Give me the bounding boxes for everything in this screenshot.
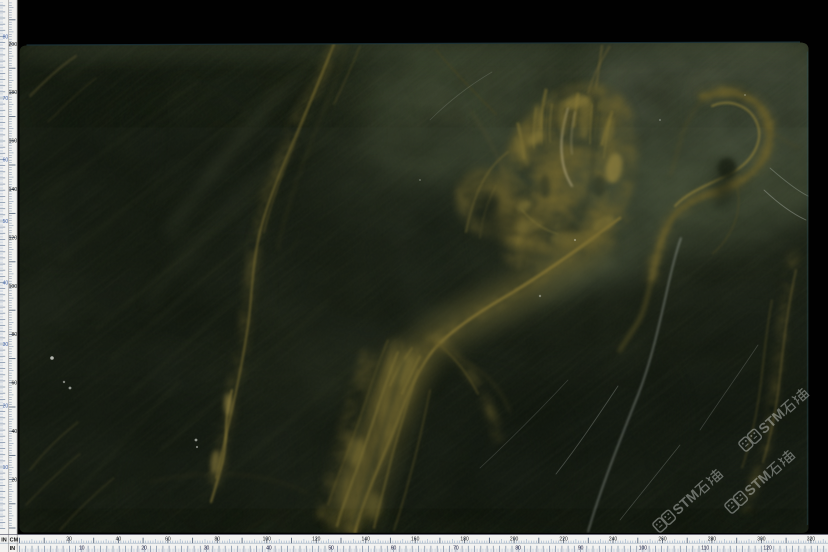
svg-text:120: 120 (763, 545, 772, 551)
svg-text:120: 120 (312, 537, 321, 543)
svg-text:70: 70 (453, 545, 459, 551)
svg-text:50: 50 (328, 545, 334, 551)
svg-text:280: 280 (708, 537, 717, 543)
svg-text:60: 60 (165, 537, 171, 543)
svg-text:80: 80 (515, 545, 521, 551)
svg-text:40: 40 (266, 545, 272, 551)
svg-text:60: 60 (11, 381, 17, 387)
svg-text:40: 40 (116, 537, 122, 543)
svg-text:30: 30 (204, 545, 210, 551)
svg-text:300: 300 (757, 537, 766, 543)
svg-text:100: 100 (639, 545, 648, 551)
svg-text:140: 140 (362, 537, 371, 543)
svg-text:240: 240 (609, 537, 618, 543)
svg-text:IN: IN (10, 546, 16, 552)
svg-text:80: 80 (3, 34, 9, 40)
svg-text:120: 120 (9, 235, 18, 241)
svg-text:30: 30 (3, 342, 9, 348)
svg-text:110: 110 (701, 545, 709, 551)
svg-text:220: 220 (559, 537, 568, 543)
svg-text:200: 200 (9, 42, 18, 48)
svg-text:40: 40 (3, 280, 9, 286)
svg-text:CM: CM (10, 537, 19, 543)
svg-text:80: 80 (215, 537, 221, 543)
svg-text:10: 10 (3, 465, 9, 471)
svg-text:180: 180 (9, 90, 18, 96)
svg-text:10: 10 (79, 545, 85, 551)
svg-text:20: 20 (11, 477, 17, 483)
svg-text:40: 40 (11, 429, 17, 435)
svg-text:20: 20 (141, 545, 147, 551)
svg-text:80: 80 (11, 332, 17, 338)
svg-text:IN: IN (1, 537, 7, 543)
svg-text:20: 20 (3, 403, 9, 409)
svg-text:100: 100 (9, 284, 18, 290)
svg-text:20: 20 (66, 537, 72, 543)
svg-text:160: 160 (9, 139, 18, 145)
svg-text:180: 180 (460, 537, 469, 543)
svg-text:60: 60 (3, 157, 9, 163)
svg-text:50: 50 (3, 219, 9, 225)
svg-text:90: 90 (578, 545, 584, 551)
svg-text:200: 200 (510, 537, 519, 543)
svg-text:320: 320 (807, 537, 816, 543)
svg-text:70: 70 (3, 96, 9, 102)
svg-text:60: 60 (391, 545, 397, 551)
svg-text:160: 160 (411, 537, 420, 543)
svg-text:260: 260 (658, 537, 667, 543)
svg-text:140: 140 (9, 187, 18, 193)
svg-text:100: 100 (263, 537, 272, 543)
